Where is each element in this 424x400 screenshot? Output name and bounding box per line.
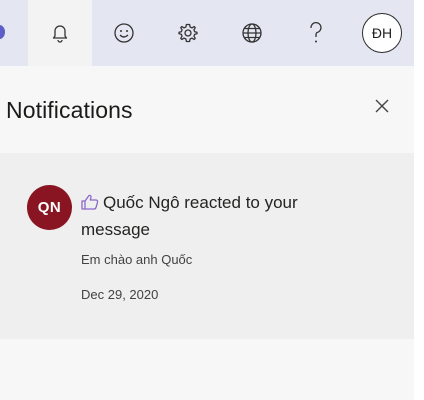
message-preview: Em chào anh Quốc (81, 252, 193, 267)
bell-icon (51, 23, 69, 43)
sender-avatar: QN (27, 185, 72, 230)
gear-icon (177, 22, 199, 44)
notification-item[interactable] (0, 153, 414, 339)
feedback-button[interactable] (92, 0, 156, 66)
app-indicator (0, 25, 5, 39)
close-icon (374, 98, 390, 119)
close-button[interactable] (368, 94, 396, 122)
language-button[interactable] (220, 0, 284, 66)
help-button[interactable] (284, 0, 348, 66)
notification-text[interactable]: Quốc Ngô reacted to your message (81, 190, 371, 242)
user-account-button[interactable]: ĐH (350, 0, 414, 66)
top-bar: ĐH (0, 0, 414, 66)
panel-title: Notifications (6, 97, 133, 123)
question-icon (308, 21, 324, 45)
notification-message: Quốc Ngô reacted to your message (81, 193, 298, 239)
settings-button[interactable] (156, 0, 220, 66)
thumbs-up-icon (81, 192, 99, 217)
smiley-icon (113, 22, 135, 44)
user-avatar: ĐH (362, 13, 402, 53)
notifications-button[interactable] (28, 0, 92, 66)
notification-date: Dec 29, 2020 (81, 287, 159, 302)
globe-icon (241, 22, 263, 44)
